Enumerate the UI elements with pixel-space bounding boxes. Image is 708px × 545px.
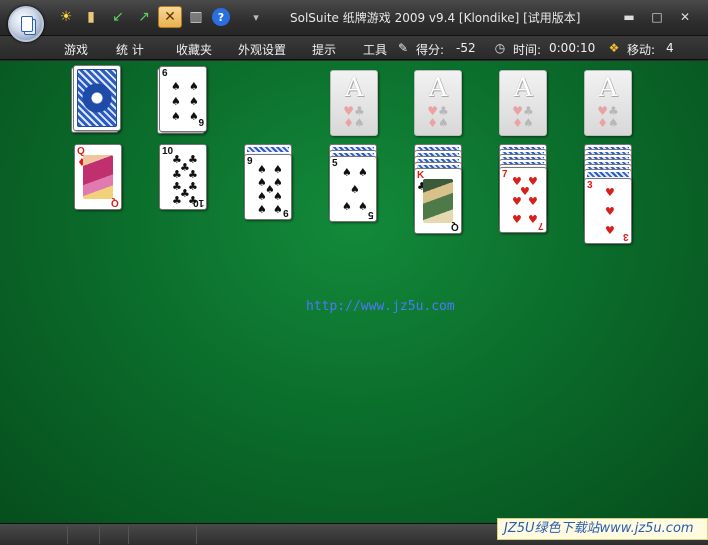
king-portrait: [423, 179, 453, 223]
moves-value: 4: [666, 41, 674, 55]
footsteps-icon: ❖: [608, 41, 620, 55]
score-label: 得分:: [416, 43, 445, 57]
menu-hint[interactable]: 提示: [312, 41, 336, 58]
foundation-slot[interactable]: A ♥♣ ♦♠: [330, 70, 378, 136]
redo-icon[interactable]: ↗: [134, 7, 154, 27]
menu-favorites[interactable]: 收藏夹: [176, 41, 212, 58]
sun-icon[interactable]: ☀: [56, 7, 76, 27]
time-label: 时间:: [513, 43, 542, 57]
queen-portrait: [83, 155, 113, 199]
tableau-card[interactable]: 7 ♥ ♥ ♥ ♥ ♥ ♥ ♥ 7: [499, 167, 547, 233]
app-menu-button[interactable]: [8, 6, 44, 42]
menu-statistics[interactable]: 统 计: [116, 41, 144, 58]
tableau-card[interactable]: 9 ♠ ♠ ♠ ♠ ♠ ♠ ♠ ♠ ♠ 9: [244, 154, 292, 220]
tableau-card[interactable]: 3 ♥ ♥ ♥ 3: [584, 178, 632, 244]
tableau-card[interactable]: K ♣ Q: [414, 168, 462, 234]
card-rank: 6: [162, 68, 168, 79]
watermark-url: http://www.jz5u.com: [306, 299, 455, 314]
waste-card[interactable]: 6 ♠ ♠ ♠ ♠ ♠ ♠ 9: [159, 66, 207, 132]
moves-label: 移动:: [627, 43, 656, 57]
menu-game[interactable]: 游戏: [64, 41, 88, 58]
tableau-card[interactable]: 5 ♠ ♠ ♠ ♠ ♠ 5: [329, 156, 377, 222]
pin-icon[interactable]: ▾: [246, 7, 266, 27]
time-value: 0:00:10: [549, 41, 596, 55]
foundation-slot[interactable]: A ♥♣ ♦♠: [499, 70, 547, 136]
undo-icon[interactable]: ↙: [108, 7, 128, 27]
app-logo-card-icon: [21, 16, 33, 32]
folder-icon[interactable]: ▮: [81, 7, 101, 27]
score-icon: ✎: [397, 41, 409, 55]
tableau-card[interactable]: 10 ♣ ♣ ♣ ♣ ♣ ♣ ♣ ♣ ♣ ♣ 10: [159, 144, 207, 210]
foundation-slot[interactable]: A ♥♣ ♦♠: [584, 70, 632, 136]
chart-icon[interactable]: ▥: [186, 7, 206, 27]
card-rank-bottom: 9: [198, 118, 204, 129]
title-bar: ☀ ▮ ↙ ↗ ✕ ▥ ? ▾ SolSuite 纸牌游戏 2009 v9.4 …: [0, 0, 708, 42]
brand-watermark: JZ5U绿色下载站www.jz5u.com: [497, 518, 708, 540]
menu-tools[interactable]: 工具: [363, 41, 387, 58]
tools-icon[interactable]: ✕: [158, 6, 182, 28]
game-board: 6 ♠ ♠ ♠ ♠ ♠ ♠ 9 A ♥♣ ♦♠ A ♥♣ ♦♠ A ♥♣ ♦♠ A ♥♣ ♦♠…: [0, 61, 708, 523]
menu-appearance[interactable]: 外观设置: [238, 41, 286, 58]
foundation-slot[interactable]: A ♥♣ ♦♠: [414, 70, 462, 136]
stock-card[interactable]: [73, 65, 121, 131]
maximize-button[interactable]: □: [647, 9, 667, 25]
tableau-card[interactable]: Q ♦ Q: [74, 144, 122, 210]
help-icon[interactable]: ?: [212, 8, 230, 26]
window-title: SolSuite 纸牌游戏 2009 v9.4 [Klondike] [试用版本…: [290, 11, 581, 25]
menu-bar: 游戏 统 计 收藏夹 外观设置 提示 工具 ✎ 得分: -52 ◷ 时间: 0:…: [0, 36, 708, 60]
close-button[interactable]: ✕: [675, 9, 695, 25]
clock-icon: ◷: [494, 41, 506, 55]
score-value: -52: [456, 41, 476, 55]
minimize-button[interactable]: ▬: [619, 9, 639, 25]
